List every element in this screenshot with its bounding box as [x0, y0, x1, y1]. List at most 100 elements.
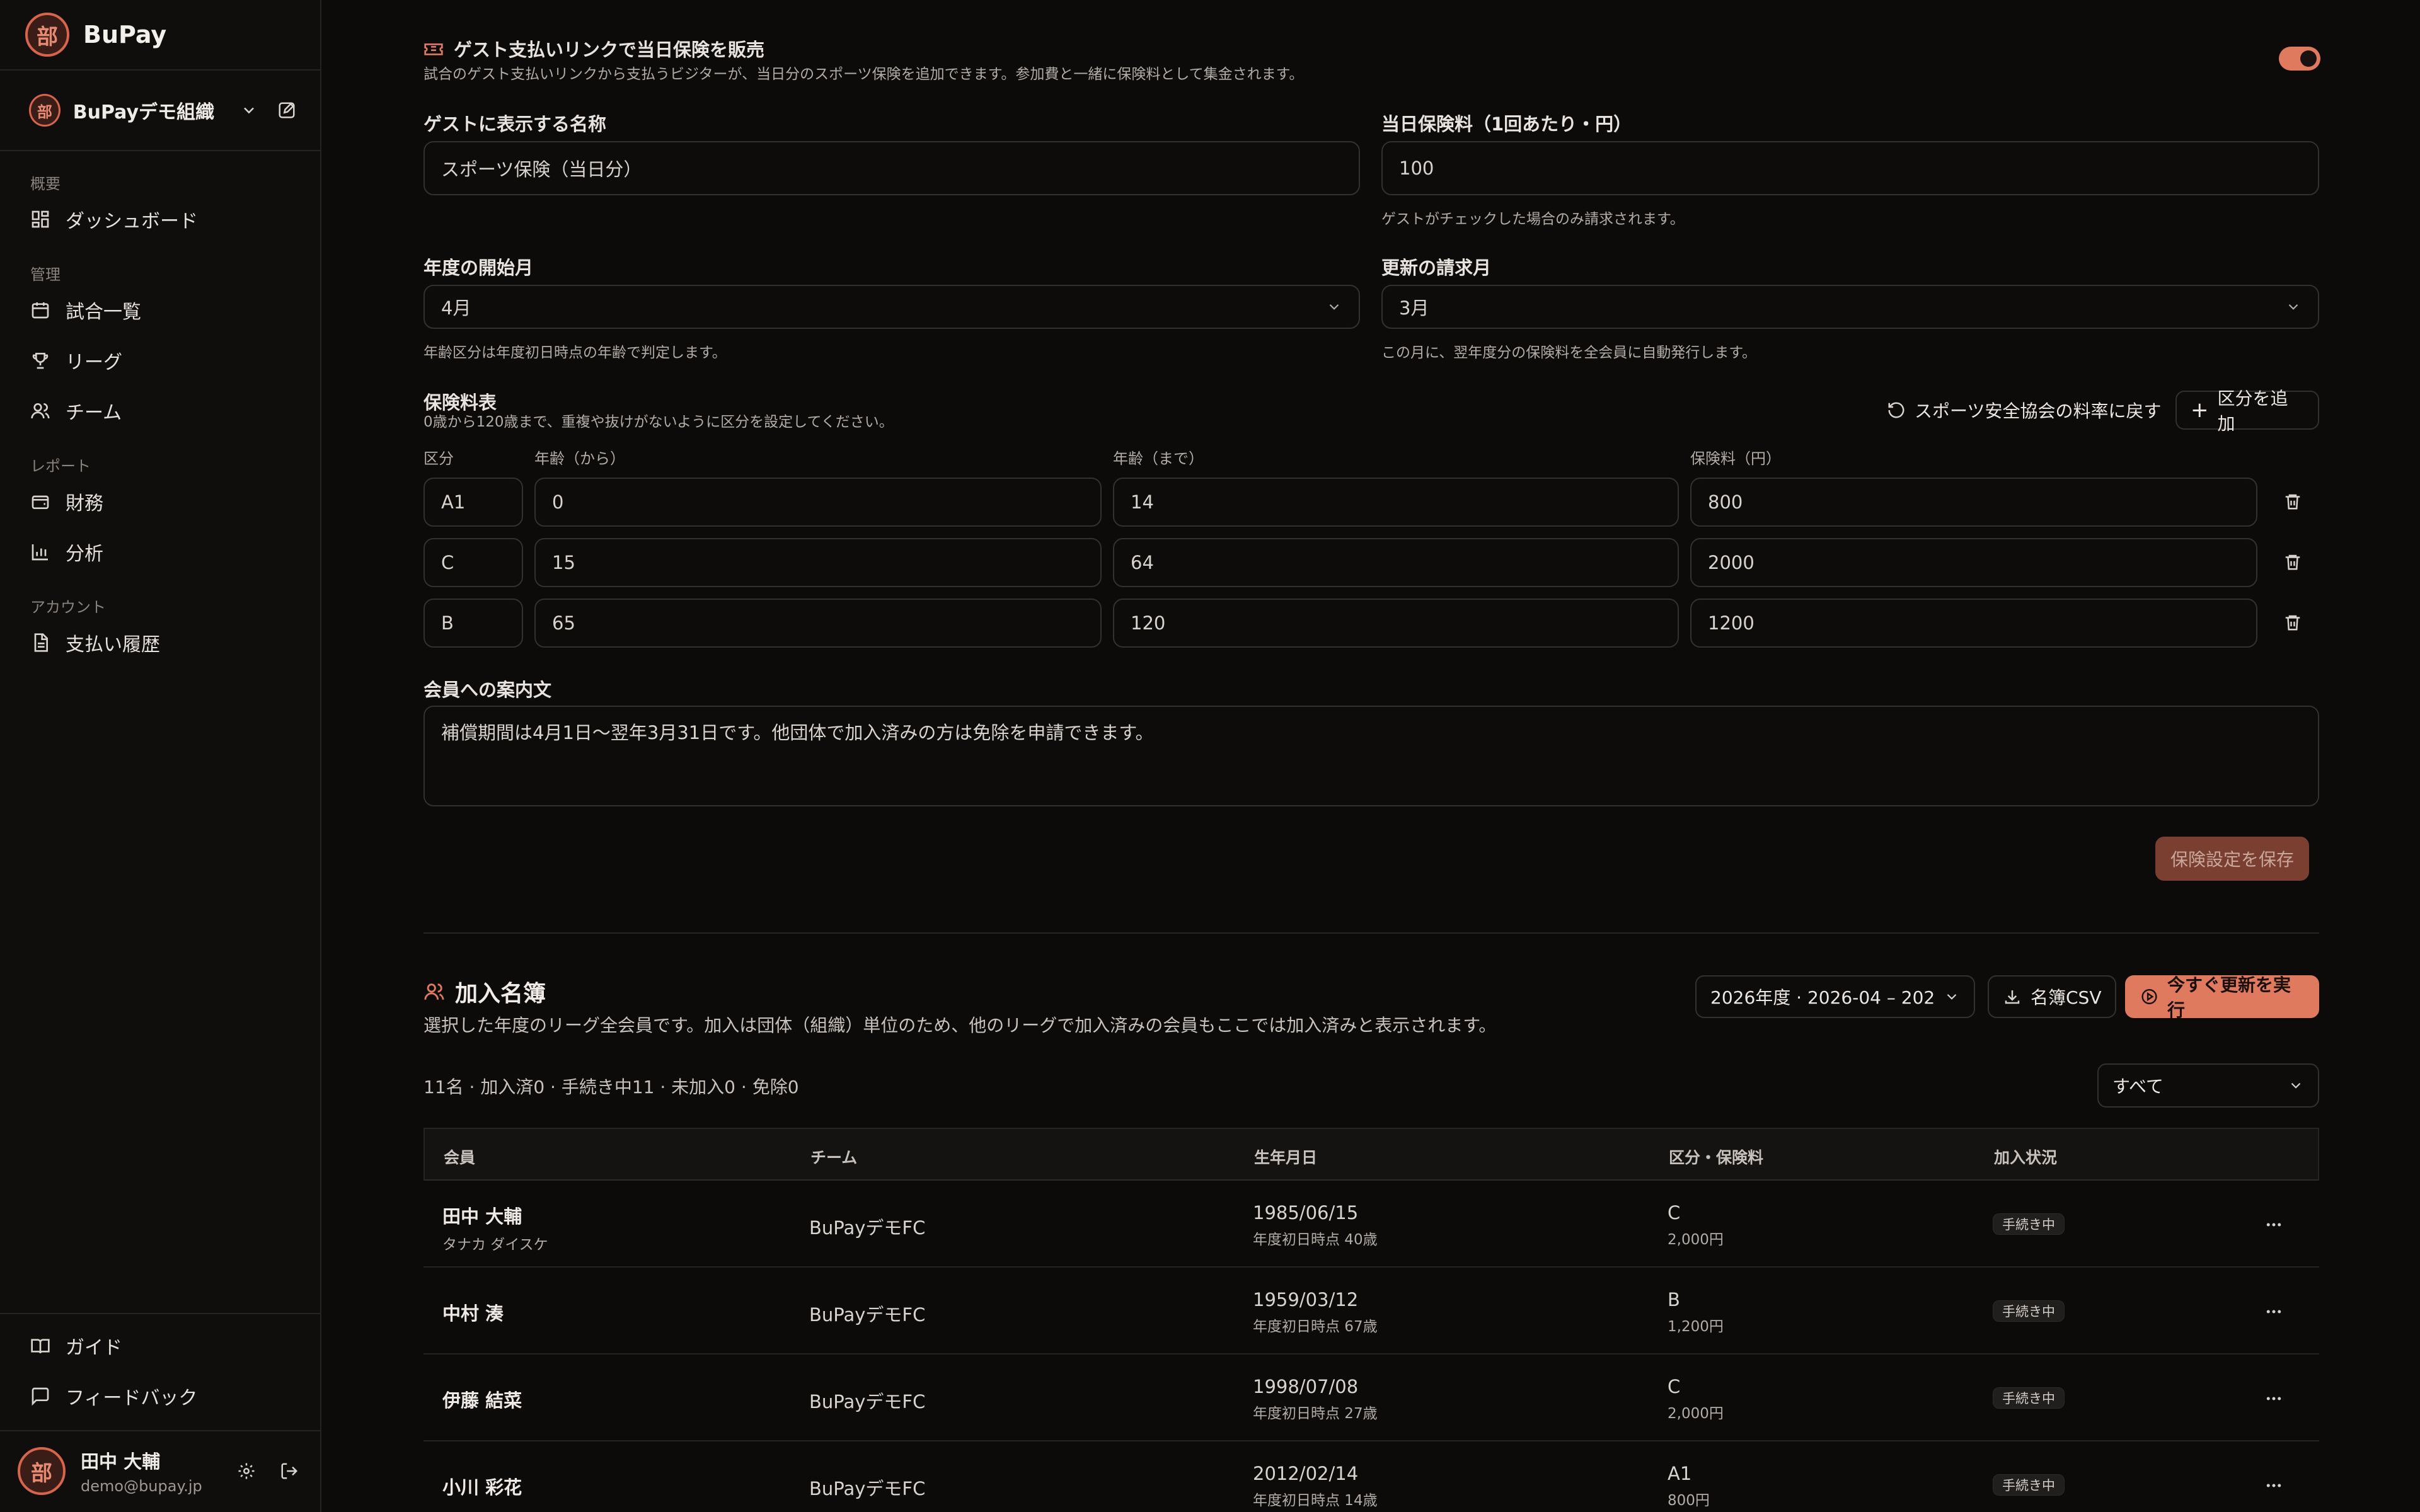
- year-select[interactable]: 2026年度 · 2026-04 – 202: [1695, 975, 1976, 1018]
- category-cell: C 2,000円: [1668, 1376, 1724, 1423]
- guest-insurance-toggle[interactable]: [2279, 47, 2320, 71]
- avatar: 部: [18, 1447, 66, 1495]
- run-renewal-button[interactable]: 今すぐ更新を実行: [2125, 975, 2319, 1021]
- dashboard-icon: [32, 210, 49, 228]
- more-icon[interactable]: [2260, 1472, 2288, 1499]
- age-from-input[interactable]: 0: [534, 478, 1102, 527]
- nav-item-finance[interactable]: 財務: [30, 484, 103, 519]
- notice-textarea[interactable]: 補償期間は4月1日〜翌年3月31日です。他団体で加入済みの方は免除を申請できます…: [424, 706, 2319, 806]
- org-logo: 部: [29, 94, 60, 127]
- nav-item-analytics[interactable]: 分析: [30, 534, 103, 570]
- renewal-month-select[interactable]: 3月: [1381, 285, 2319, 329]
- age-to-input[interactable]: 14: [1113, 478, 1679, 527]
- trash-icon[interactable]: [2279, 548, 2307, 576]
- category-input[interactable]: A1: [424, 478, 523, 527]
- table-row[interactable]: 中村 湊 BuPayデモFC 1959/03/12 年度初日時点 67歳 B 1…: [424, 1268, 2319, 1354]
- edit-icon[interactable]: [274, 96, 300, 124]
- status-filter-select[interactable]: すべて: [2097, 1063, 2319, 1108]
- trash-icon[interactable]: [2279, 488, 2307, 515]
- nav-item-payment-history[interactable]: 支払い履歴: [30, 625, 160, 660]
- table-row[interactable]: 小川 彩花 BuPayデモFC 2012/02/14 年度初日時点 14歳 A1…: [424, 1441, 2319, 1512]
- age-at-start: 年度初日時点 14歳: [1253, 1492, 1378, 1509]
- age-at-start: 年度初日時点 27歳: [1253, 1406, 1378, 1422]
- fee-label: 当日保険料（1回あたり・円）: [1381, 113, 1632, 135]
- category-cell: C 2,000円: [1668, 1202, 1724, 1249]
- age-to-input[interactable]: 120: [1113, 598, 1679, 648]
- trophy-icon: [32, 353, 49, 369]
- nav-item-feedback[interactable]: フィードバック: [30, 1378, 197, 1414]
- download-csv-button[interactable]: 名簿CSV: [1988, 975, 2117, 1018]
- chevron-down-icon[interactable]: [237, 98, 261, 123]
- th-category: 区分・保険料: [1669, 1148, 1764, 1167]
- sidebar-divider: [0, 150, 321, 151]
- download-csv-label: 名簿CSV: [2031, 987, 2102, 1008]
- age-at-start: 年度初日時点 67歳: [1253, 1319, 1378, 1335]
- nav-item-dashboard[interactable]: ダッシュボード: [30, 202, 198, 237]
- fiscal-start-label: 年度の開始月: [424, 257, 534, 278]
- year-select-value: 2026年度 · 2026-04 – 202: [1710, 987, 1935, 1008]
- category-input[interactable]: C: [424, 538, 523, 587]
- display-name-input[interactable]: スポーツ保険（当日分）: [424, 141, 1360, 195]
- plus-icon: +: [2191, 398, 2209, 423]
- team-cell: BuPayデモFC: [809, 1217, 926, 1239]
- nav-item-league[interactable]: リーグ: [30, 343, 122, 378]
- org-name: BuPayデモ組織: [72, 101, 215, 123]
- roster-title: 加入名簿: [455, 981, 546, 1007]
- sidebar: 部 BuPay 部 BuPayデモ組織 概要 ダッシュボード 管理 試合一覧 リ…: [0, 0, 321, 1512]
- fee-rate-input[interactable]: 800: [1690, 478, 2257, 527]
- col-fee: 保険料（円）: [1690, 450, 1781, 467]
- save-insurance-button[interactable]: 保険設定を保存: [2155, 837, 2310, 881]
- category-value: B: [1668, 1289, 1680, 1310]
- member-cell: 田中 大輔 タナカ ダイスケ: [442, 1202, 548, 1254]
- fee-value: 2,000円: [1668, 1406, 1724, 1422]
- document-icon: [34, 633, 48, 652]
- category-input[interactable]: B: [424, 598, 523, 648]
- table-row[interactable]: 田中 大輔 タナカ ダイスケ BuPayデモFC 1985/06/15 年度初日…: [424, 1181, 2319, 1268]
- fee-help: ゲストがチェックした場合のみ請求されます。: [1381, 211, 1685, 227]
- nav-item-label: 試合一覧: [66, 301, 141, 323]
- users-icon: [31, 403, 50, 419]
- category-value: A1: [1668, 1463, 1692, 1484]
- fiscal-start-help: 年齢区分は年度初日時点の年齢で判定します。: [424, 345, 727, 361]
- fee-rate-input[interactable]: 2000: [1690, 538, 2257, 587]
- guest-insurance-header: ゲスト支払いリンクで当日保険を販売: [424, 35, 764, 62]
- trash-icon[interactable]: [2279, 609, 2307, 636]
- birth-cell: 2012/02/14 年度初日時点 14歳: [1253, 1463, 1378, 1509]
- team-cell: BuPayデモFC: [809, 1304, 926, 1326]
- fee-rate-input[interactable]: 1200: [1690, 598, 2257, 648]
- age-from-input[interactable]: 15: [534, 538, 1102, 587]
- fiscal-start-select[interactable]: 4月: [424, 285, 1360, 329]
- fee-input[interactable]: 100: [1381, 141, 2319, 195]
- user-info: 田中 大輔 demo@bupay.jp: [81, 1447, 202, 1495]
- brand[interactable]: 部 BuPay: [25, 13, 166, 57]
- nav-item-label: フィードバック: [66, 1387, 198, 1409]
- user-profile[interactable]: 部 田中 大輔 demo@bupay.jp: [18, 1443, 308, 1499]
- roster-table: 会員 チーム 生年月日 区分・保険料 加入状況 田中 大輔 タナカ ダイスケ B…: [424, 1128, 2319, 1512]
- add-category-button[interactable]: + 区分を追加: [2175, 388, 2319, 434]
- more-icon[interactable]: [2260, 1298, 2288, 1326]
- gear-icon[interactable]: [233, 1457, 260, 1485]
- category-value: C: [1668, 1202, 1681, 1223]
- col-age-from: 年齢（から）: [534, 450, 625, 467]
- reset-rates-button[interactable]: スポーツ安全協会の料率に戻す: [1873, 391, 2175, 430]
- age-to-input[interactable]: 64: [1113, 538, 1679, 587]
- org-switcher[interactable]: 部 BuPayデモ組織: [29, 93, 300, 127]
- logout-icon[interactable]: [275, 1457, 303, 1485]
- nav-item-team[interactable]: チーム: [30, 393, 122, 428]
- member-name: 小川 彩花: [442, 1477, 522, 1498]
- nav-item-matches[interactable]: 試合一覧: [30, 292, 141, 328]
- age-from-input[interactable]: 65: [534, 598, 1102, 648]
- team-cell: BuPayデモFC: [809, 1391, 926, 1412]
- member-name: 田中 大輔: [442, 1206, 522, 1227]
- status-badge: 手続き中: [1993, 1300, 2065, 1322]
- nav-item-label: ガイド: [66, 1337, 122, 1359]
- nav-item-label: 支払い履歴: [66, 634, 160, 656]
- more-icon[interactable]: [2260, 1211, 2288, 1239]
- chevron-down-icon: [1329, 304, 1339, 310]
- nav-item-label: 財務: [66, 493, 103, 515]
- table-row[interactable]: 伊藤 結菜 BuPayデモFC 1998/07/08 年度初日時点 27歳 C …: [424, 1354, 2319, 1441]
- nav-item-guide[interactable]: ガイド: [30, 1328, 122, 1363]
- display-name-label: ゲストに表示する名称: [424, 113, 607, 135]
- more-icon[interactable]: [2260, 1385, 2288, 1412]
- reset-rates-label: スポーツ安全協会の料率に戻す: [1915, 401, 2162, 421]
